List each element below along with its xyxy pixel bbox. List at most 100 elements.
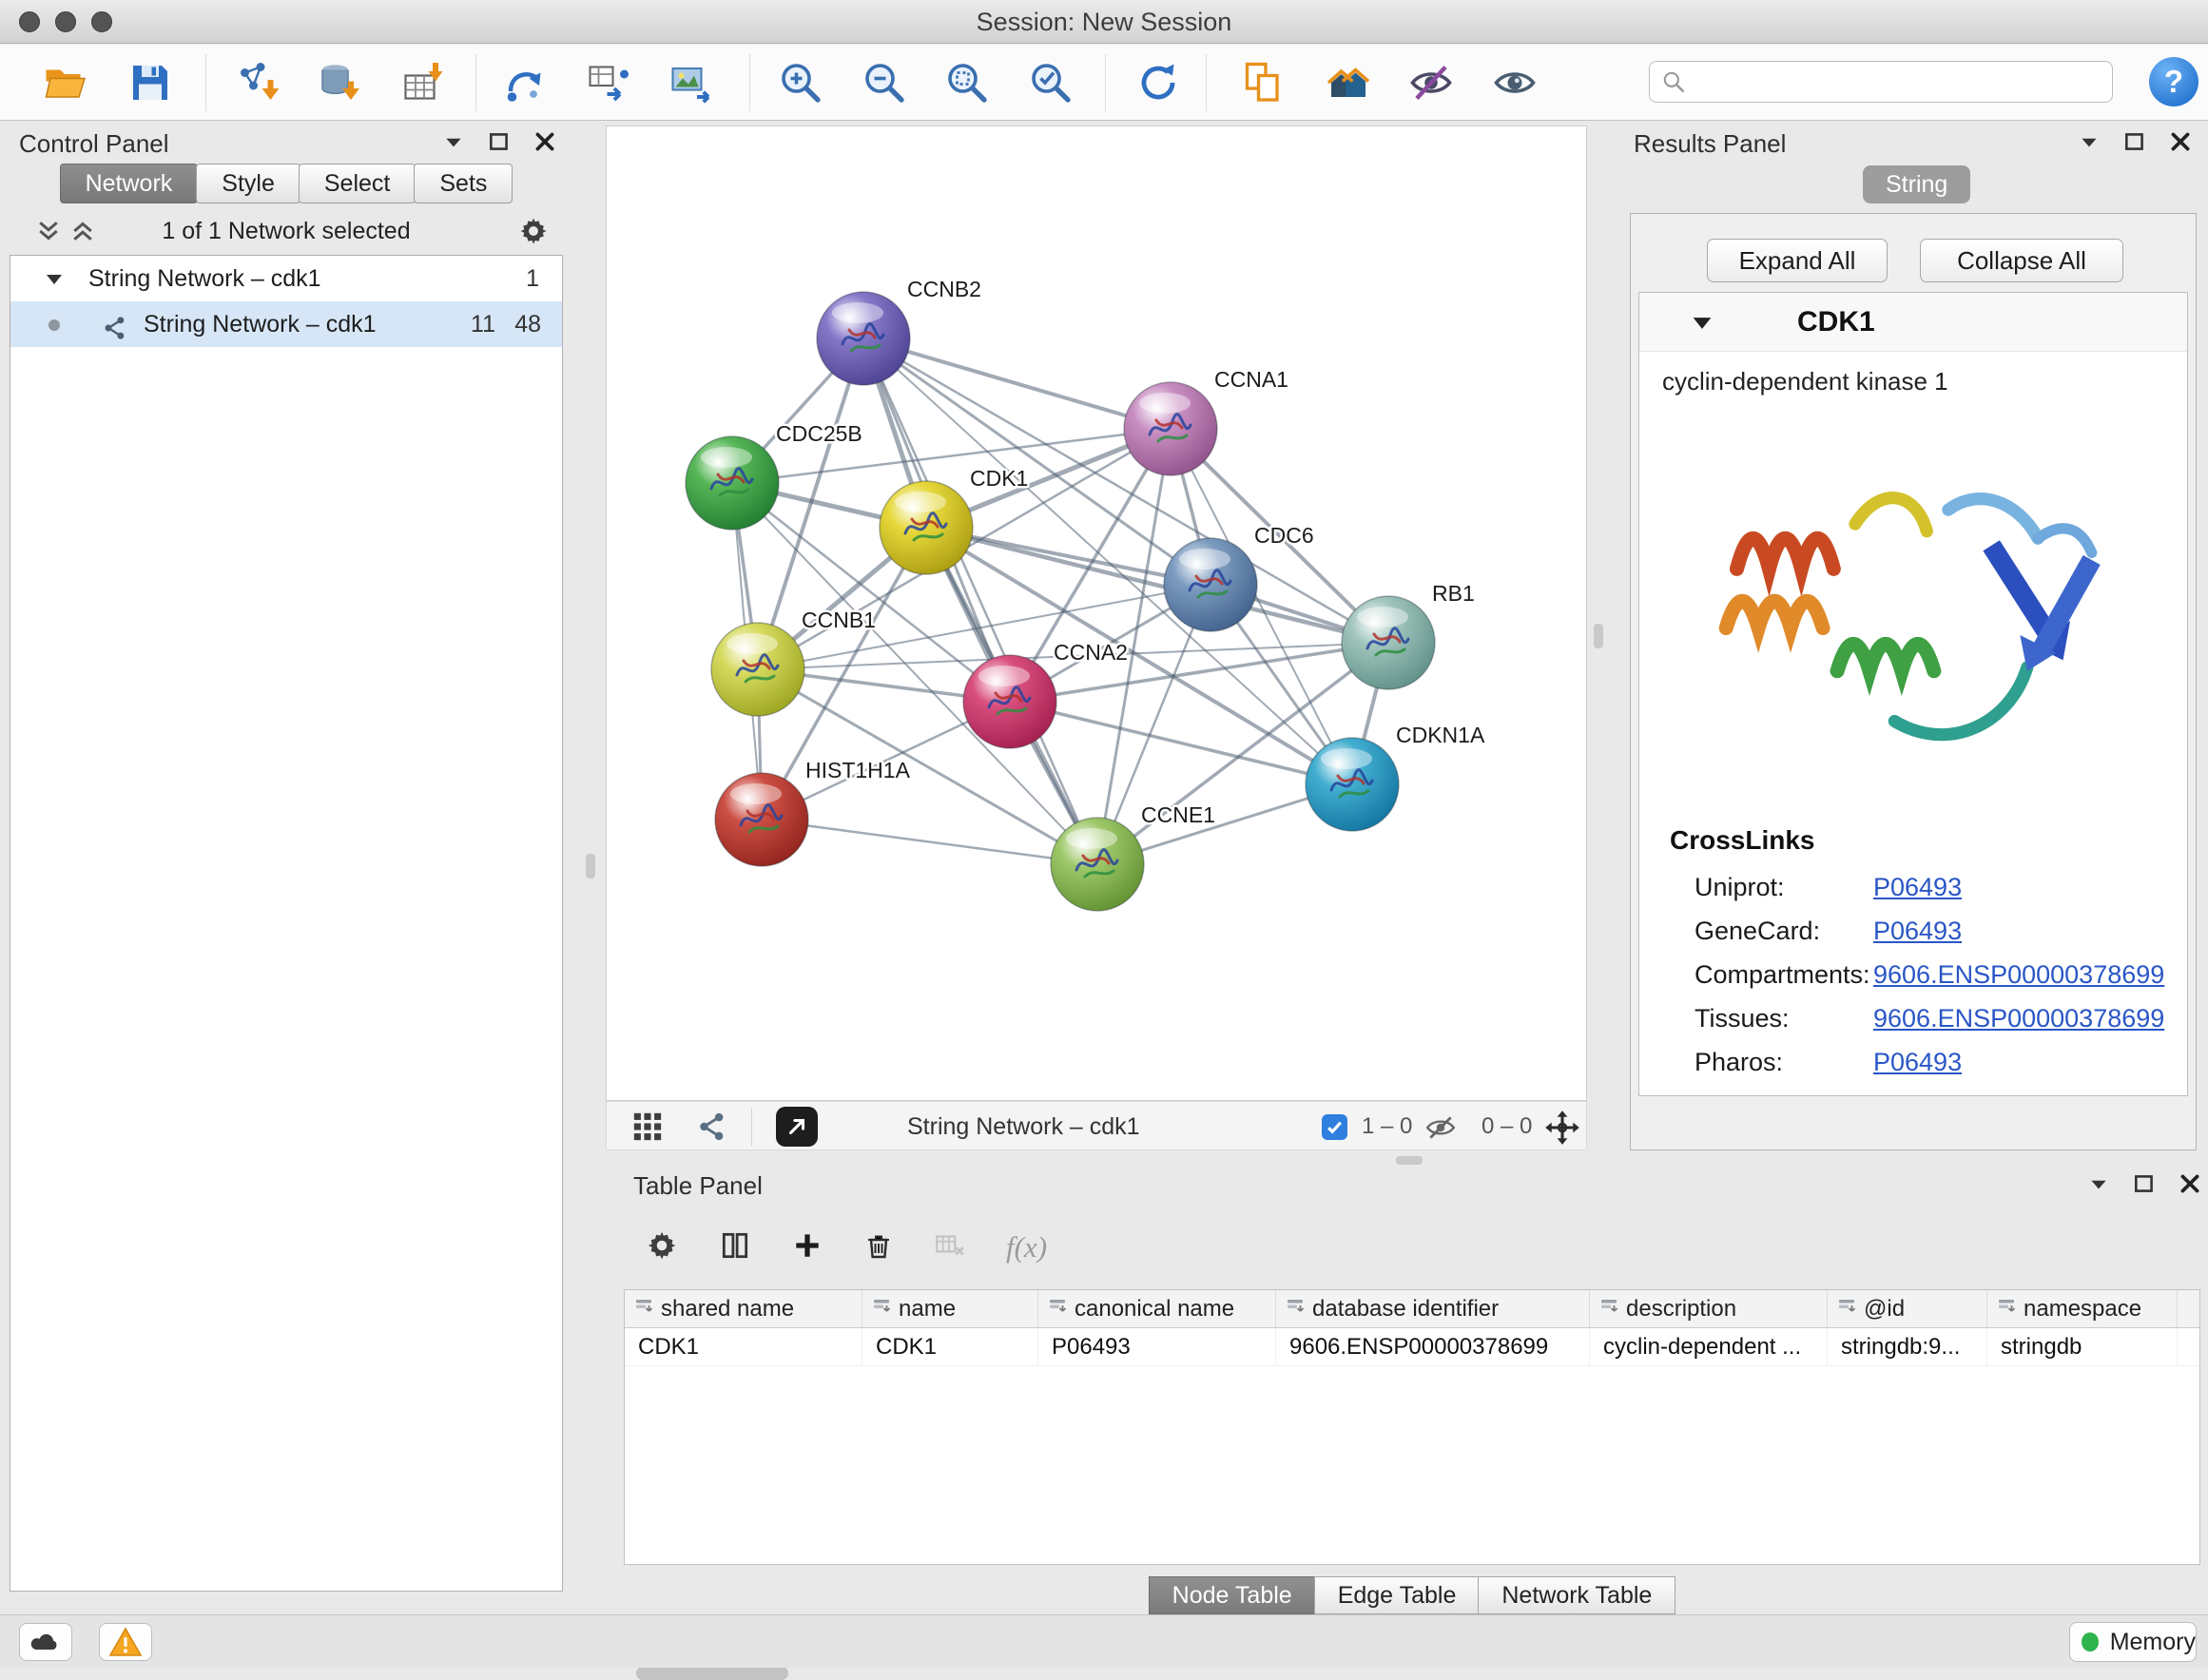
import-network-database-icon[interactable] — [313, 56, 366, 109]
memory-button[interactable]: Memory — [2069, 1622, 2197, 1662]
gene-disclosure-icon[interactable] — [1689, 310, 1715, 341]
zoom-out-icon[interactable] — [858, 56, 911, 109]
close-window-button[interactable] — [19, 11, 40, 32]
import-table-icon[interactable] — [397, 56, 451, 109]
collapse-all-button[interactable]: Collapse All — [1920, 239, 2123, 282]
network-node-CDK1[interactable]: CDK1 — [880, 466, 1028, 574]
show-columns-icon[interactable] — [719, 1229, 751, 1266]
current-network-name: String Network – cdk1 — [907, 1102, 1140, 1151]
column-sort-icon — [1286, 1296, 1305, 1323]
network-row-selected[interactable]: String Network – cdk1 11 48 — [10, 301, 562, 347]
tab-edge-table[interactable]: Edge Table — [1314, 1576, 1481, 1614]
horizontal-scrollbar[interactable] — [636, 1667, 788, 1680]
hidden-eye-icon[interactable] — [1424, 1113, 1457, 1147]
selected-checkbox-icon[interactable] — [1322, 1114, 1347, 1140]
home-icon[interactable] — [1322, 56, 1375, 109]
import-network-file-icon[interactable] — [231, 56, 284, 109]
svg-text:CDKN1A: CDKN1A — [1396, 723, 1485, 747]
panel-menu-icon[interactable] — [441, 129, 466, 154]
new-network-icon[interactable] — [498, 56, 552, 109]
network-options-gear-icon[interactable] — [517, 215, 550, 252]
tab-network-table[interactable]: Network Table — [1478, 1576, 1675, 1614]
collapse-all-networks-icon[interactable] — [34, 217, 63, 250]
crosslink-value-link[interactable]: 9606.ENSP00000378699 — [1873, 953, 2164, 996]
zoom-window-button[interactable] — [91, 11, 112, 32]
open-session-icon[interactable] — [38, 56, 91, 109]
network-node-CDC6[interactable]: CDC6 — [1164, 523, 1314, 631]
tab-string[interactable]: String — [1863, 165, 1970, 203]
warnings-button[interactable] — [99, 1623, 152, 1661]
svg-text:CCNA2: CCNA2 — [1054, 640, 1128, 665]
network-from-table-icon[interactable] — [582, 56, 635, 109]
copy-document-icon[interactable] — [1236, 56, 1289, 109]
column-header[interactable]: description — [1590, 1290, 1828, 1327]
table-row[interactable]: CDK1CDK1P064939606.ENSP00000378699cyclin… — [625, 1328, 2199, 1366]
column-header[interactable]: @id — [1828, 1290, 1987, 1327]
cloud-button[interactable] — [19, 1623, 72, 1661]
gene-name: CDK1 — [1797, 293, 1875, 352]
splitter-handle[interactable] — [1594, 624, 1603, 648]
column-header[interactable]: shared name — [625, 1290, 862, 1327]
delete-table-icon-disabled — [934, 1231, 966, 1265]
network-node-CDKN1A[interactable]: CDKN1A — [1306, 723, 1485, 831]
float-panel-icon[interactable] — [2132, 1171, 2157, 1196]
zoom-selected-icon[interactable] — [1024, 56, 1077, 109]
help-button[interactable]: ? — [2149, 57, 2198, 106]
svg-text:CDC25B: CDC25B — [776, 421, 862, 446]
show-graphics-details-icon[interactable] — [1488, 56, 1541, 109]
network-node-RB1[interactable]: RB1 — [1342, 581, 1475, 689]
crosslink-value-link[interactable]: P06493 — [1873, 909, 1962, 953]
save-session-icon[interactable] — [124, 56, 177, 109]
splitter-handle[interactable] — [1396, 1156, 1423, 1165]
table-settings-gear-icon[interactable] — [645, 1228, 679, 1267]
column-header[interactable]: name — [862, 1290, 1038, 1327]
apply-layout-icon[interactable] — [1132, 56, 1185, 109]
network-collection-row[interactable]: String Network – cdk1 1 — [10, 256, 562, 301]
tab-node-table[interactable]: Node Table — [1149, 1576, 1316, 1614]
tab-sets[interactable]: Sets — [414, 164, 513, 203]
table-header: shared namenamecanonical namedatabase id… — [625, 1290, 2199, 1328]
zoom-in-icon[interactable] — [774, 56, 827, 109]
network-view[interactable]: CCNB2CCNA1CDC25BCDK1CDC6RB1CCNB1CCNA2CDK… — [606, 126, 1587, 1101]
search-box[interactable] — [1649, 61, 2113, 103]
crosslink-value-link[interactable]: 9606.ENSP00000378699 — [1873, 996, 2164, 1040]
tab-network[interactable]: Network — [60, 164, 199, 203]
add-column-icon[interactable] — [791, 1229, 823, 1266]
float-panel-icon[interactable] — [487, 129, 512, 154]
export-image-icon[interactable] — [665, 56, 718, 109]
float-panel-icon[interactable] — [2122, 129, 2147, 154]
expand-all-button[interactable]: Expand All — [1707, 239, 1888, 282]
detach-view-button[interactable] — [776, 1107, 818, 1147]
cloud-icon — [29, 1630, 63, 1654]
table-panel: Table Panel f(x) shared namenamecanonica… — [616, 1168, 2208, 1607]
function-builder-icon[interactable]: f(x) — [1006, 1230, 1047, 1265]
close-panel-icon[interactable] — [2178, 1171, 2202, 1196]
search-input[interactable] — [1695, 68, 2112, 95]
crosslink-value-link[interactable]: P06493 — [1873, 1040, 1962, 1084]
crosslink-value-link[interactable]: P06493 — [1873, 865, 1962, 909]
delete-column-icon[interactable] — [863, 1229, 894, 1266]
network-node-HIST1H1A[interactable]: HIST1H1A — [715, 758, 911, 866]
network-node-CCNA1[interactable]: CCNA1 — [1124, 367, 1288, 475]
column-header[interactable]: canonical name — [1038, 1290, 1276, 1327]
zoom-fit-icon[interactable] — [940, 56, 994, 109]
hide-graphics-details-icon[interactable] — [1404, 56, 1458, 109]
status-bar: Memory — [0, 1614, 2208, 1668]
minimize-window-button[interactable] — [55, 11, 76, 32]
pan-crosshair-icon[interactable] — [1544, 1110, 1580, 1150]
column-header[interactable]: namespace — [1987, 1290, 2178, 1327]
tab-style[interactable]: Style — [196, 164, 300, 203]
results-panel-title: Results Panel — [1634, 129, 1786, 158]
tab-select[interactable]: Select — [299, 164, 416, 203]
grid-view-icon[interactable] — [631, 1110, 664, 1148]
close-panel-icon[interactable] — [2168, 129, 2193, 154]
network-canvas[interactable]: CCNB2CCNA1CDC25BCDK1CDC6RB1CCNB1CCNA2CDK… — [607, 126, 1586, 1100]
panel-menu-icon[interactable] — [2086, 1171, 2111, 1196]
splitter-handle[interactable] — [586, 854, 595, 879]
share-network-icon[interactable] — [696, 1110, 728, 1148]
column-header[interactable]: database identifier — [1276, 1290, 1590, 1327]
panel-menu-icon[interactable] — [2077, 129, 2101, 154]
expand-all-networks-icon[interactable] — [68, 217, 97, 250]
network-node-CCNB2[interactable]: CCNB2 — [817, 277, 981, 385]
close-panel-icon[interactable] — [533, 129, 557, 154]
